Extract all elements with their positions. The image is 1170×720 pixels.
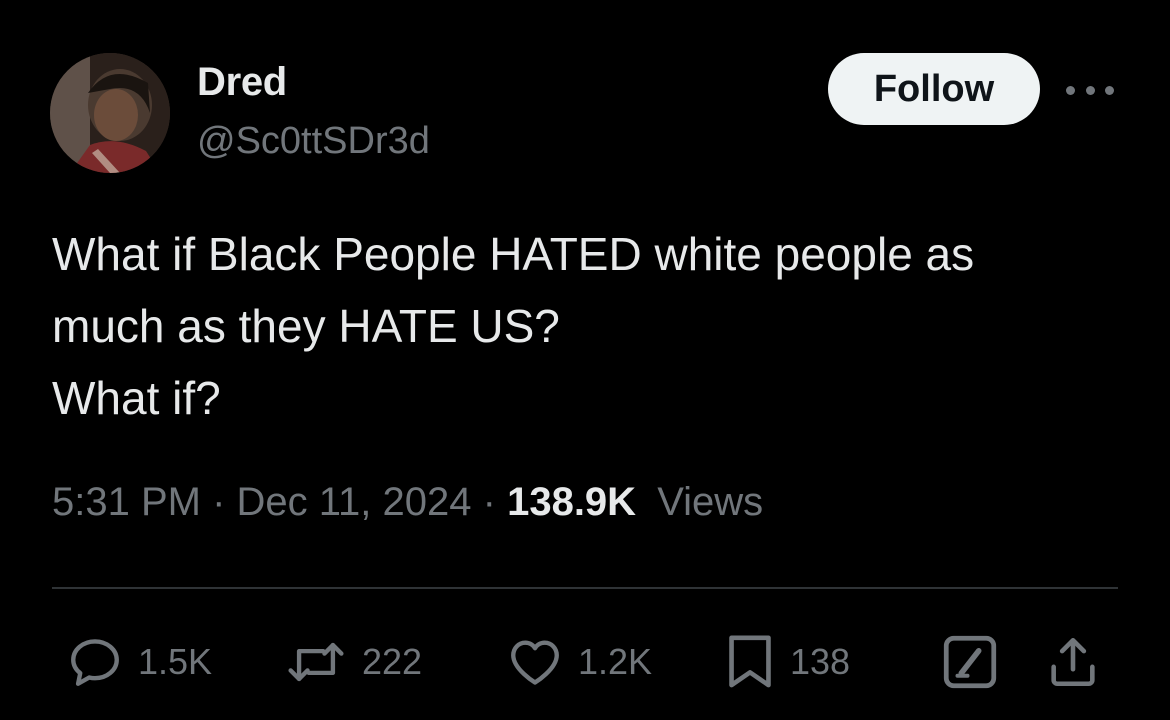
tweet-text-line: What if?: [52, 372, 221, 424]
tweet-date[interactable]: Dec 11, 2024: [237, 480, 472, 524]
share-button[interactable]: [1044, 630, 1102, 694]
repost-icon: [288, 642, 344, 682]
like-button[interactable]: 1.2K: [506, 630, 652, 694]
user-handle[interactable]: @Sc0ttSDr3d: [197, 120, 430, 163]
bookmark-icon: [729, 635, 771, 688]
avatar[interactable]: [50, 53, 170, 173]
tweet-meta: 5:31 PM · Dec 11, 2024 · 138.9K Views: [52, 480, 763, 525]
repost-button[interactable]: 222: [284, 630, 422, 694]
bookmark-button[interactable]: 138: [724, 630, 850, 694]
tweet-time[interactable]: 5:31 PM: [52, 480, 201, 524]
more-dot: [1066, 85, 1075, 95]
like-count: 1.2K: [578, 641, 653, 682]
meta-separator: ·: [212, 480, 237, 524]
heart-icon: [511, 640, 559, 685]
more-dot: [1105, 85, 1114, 95]
avatar-image: [50, 53, 170, 173]
reply-icon: [71, 639, 119, 686]
tweet-text-line: What if Black People HATED white people …: [52, 228, 975, 280]
more-icon[interactable]: [1066, 74, 1114, 106]
tweet-card: Dred @Sc0ttSDr3d Follow What if Black Pe…: [0, 0, 1170, 720]
display-name[interactable]: Dred: [197, 60, 287, 105]
tweet-text: What if Black People HATED white people …: [52, 218, 1132, 434]
bookmark-count: 138: [790, 641, 851, 682]
reply-button[interactable]: 1.5K: [66, 630, 212, 694]
grok-icon: [943, 635, 997, 689]
views-count[interactable]: 138.9K: [507, 480, 636, 524]
more-dot: [1085, 85, 1095, 95]
divider: [52, 587, 1118, 589]
action-bar: 1.5K 222 1.2K 138: [0, 630, 1170, 694]
tweet-text-line: much as they HATE US?: [52, 300, 560, 352]
meta-separator: ·: [482, 480, 508, 524]
grok-button[interactable]: [940, 630, 1000, 694]
follow-button[interactable]: Follow: [828, 53, 1040, 125]
reply-count: 1.5K: [138, 641, 213, 682]
share-icon: [1051, 637, 1095, 687]
repost-count: 222: [362, 641, 423, 682]
views-label: Views: [657, 480, 764, 524]
